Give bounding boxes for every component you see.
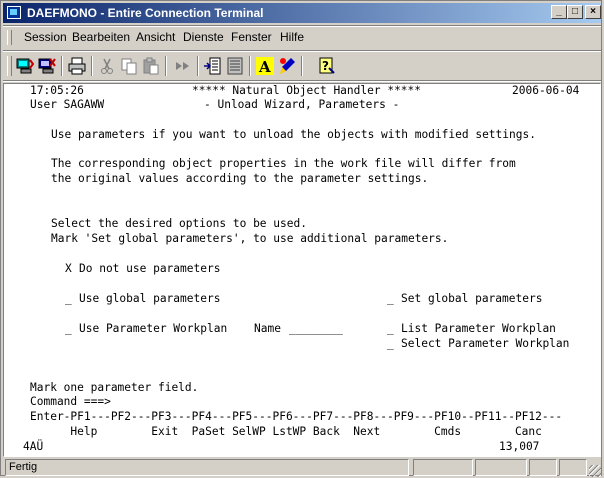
title-bar[interactable]: DAEFMONO - Entire Connection Terminal _ … [3, 3, 601, 23]
toolbar-separator [301, 56, 303, 76]
desc-line-1: Use parameters if you want to unload the… [51, 128, 536, 141]
terminal-top-divider [3, 80, 601, 82]
name-input[interactable]: ________ [289, 322, 343, 336]
print-icon[interactable] [67, 56, 87, 76]
status-pane [559, 459, 587, 476]
toolbar-separator [61, 56, 63, 76]
terminal-cursor-position: 13,007 [499, 440, 540, 453]
status-pane [529, 459, 557, 476]
terminal-date: 2006-06-04 [512, 84, 580, 97]
no-params-checkbox[interactable]: X [65, 262, 72, 276]
workplan-checkbox[interactable]: _ [65, 322, 72, 336]
toolbar-separator [249, 56, 251, 76]
toolbar-top-divider [3, 50, 601, 52]
menu-bar: Session Bearbeiten Ansicht Dienste Fenst… [3, 27, 601, 47]
select-workplan-label: Select Parameter Workplan [401, 337, 570, 350]
workplan-label: Use Parameter Workplan [79, 322, 228, 335]
status-text: Fertig [5, 459, 409, 476]
maximize-button[interactable]: □ [567, 5, 583, 19]
pf-key-header: Enter-PF1---PF2---PF3---PF4---PF5---PF6-… [30, 410, 563, 423]
status-bar: Fertig [3, 459, 601, 477]
list-workplan-label: List Parameter Workplan [401, 322, 556, 335]
terminal-subtitle: - Unload Wizard, Parameters - [204, 98, 400, 111]
paste-icon[interactable] [141, 56, 161, 76]
terminal-header: ***** Natural Object Handler ***** [192, 84, 422, 97]
set-global-label: Set global parameters [401, 292, 543, 305]
help-icon[interactable]: ? [317, 56, 337, 76]
command-prompt[interactable]: Command ===> [30, 395, 111, 409]
disconnect-icon[interactable] [37, 56, 57, 76]
list-workplan-checkbox[interactable]: _ [387, 322, 394, 336]
terminal-window: DAEFMONO - Entire Connection Terminal _ … [0, 0, 602, 477]
terminal-time: 17:05:26 [30, 84, 84, 97]
menu-session[interactable]: Session [24, 27, 67, 47]
copy-icon[interactable] [119, 56, 139, 76]
app-icon [7, 6, 21, 19]
color-icon[interactable] [277, 56, 297, 76]
toolbar: A ? [3, 53, 601, 79]
status-pane [413, 459, 473, 476]
terminal-user: User SAGAWW [30, 98, 105, 111]
name-label: Name [254, 322, 281, 335]
toolbar-separator [91, 56, 93, 76]
menubar-grip [7, 30, 12, 45]
transfer-icon[interactable] [173, 56, 193, 76]
resize-grip[interactable] [589, 465, 601, 477]
select-workplan-checkbox[interactable]: _ [387, 337, 394, 351]
desc-line-2: The corresponding object properties in t… [51, 157, 516, 170]
global-params-checkbox[interactable]: _ [65, 292, 72, 306]
message-line: Mark one parameter field. [30, 381, 199, 394]
connect-icon[interactable] [15, 56, 35, 76]
status-pane [475, 459, 527, 476]
set-global-checkbox[interactable]: _ [387, 292, 394, 306]
toolbar-separator [165, 56, 167, 76]
menu-dienste[interactable]: Dienste [183, 27, 224, 47]
close-button[interactable]: × [585, 5, 601, 19]
menu-fenster[interactable]: Fenster [231, 27, 272, 47]
terminal-screen[interactable]: 17:05:26 ***** Natural Object Handler **… [3, 83, 601, 457]
toolbar-grip [7, 56, 12, 76]
receive-icon[interactable] [203, 56, 223, 76]
svg-text:A: A [258, 58, 271, 76]
window-title: DAEFMONO - Entire Connection Terminal [27, 6, 264, 20]
pf-key-labels[interactable]: Help Exit PaSet SelWP LstWP Back Next Cm… [30, 425, 542, 439]
instruction-line-1: Select the desired options to be used. [51, 217, 307, 230]
menu-hilfe[interactable]: Hilfe [280, 27, 304, 47]
macro-icon[interactable] [225, 56, 245, 76]
global-params-label: Use global parameters [79, 292, 221, 305]
desc-line-3: the original values according to the par… [51, 172, 429, 185]
minimize-button[interactable]: _ [551, 5, 567, 19]
font-icon[interactable]: A [255, 56, 275, 76]
no-params-label: Do not use parameters [79, 262, 221, 275]
terminal-status-left: 4AÜ [23, 440, 44, 453]
toolbar-separator [197, 56, 199, 76]
menu-ansicht[interactable]: Ansicht [136, 27, 175, 47]
cut-icon[interactable] [97, 56, 117, 76]
instruction-line-2: Mark 'Set global parameters', to use add… [51, 232, 449, 245]
menu-bearbeiten[interactable]: Bearbeiten [72, 27, 130, 47]
svg-text:?: ? [322, 59, 329, 73]
